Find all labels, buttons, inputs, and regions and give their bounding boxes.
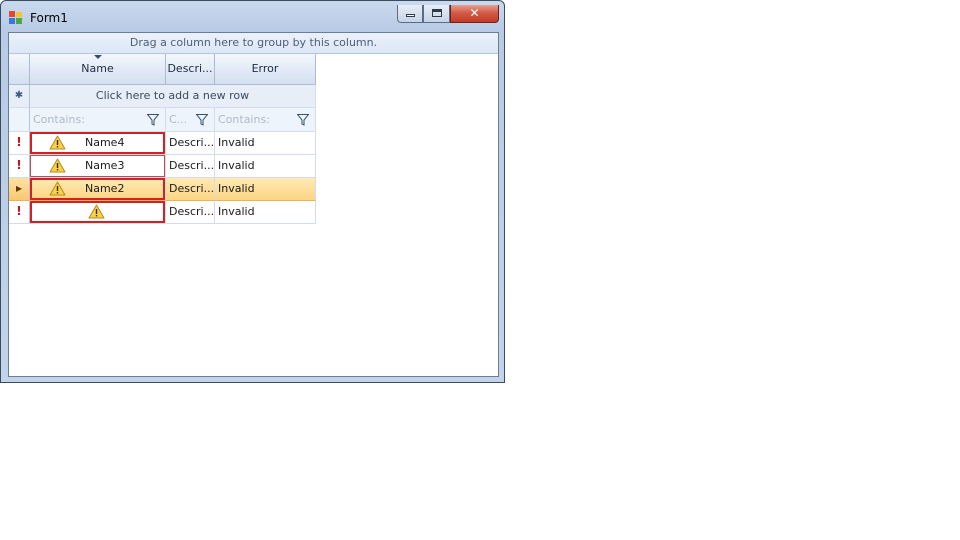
name-cell[interactable]: Name3: [30, 155, 166, 178]
name-cell-text: Name2: [85, 182, 125, 195]
minimize-button[interactable]: [397, 5, 423, 23]
row-error-indicator: !: [9, 132, 30, 155]
warning-icon: [49, 135, 66, 150]
table-row[interactable]: ! Name3 Descri... Invalid: [9, 155, 316, 178]
header-row: Name Descri... Error: [9, 54, 316, 85]
error-cell[interactable]: Invalid: [215, 201, 316, 224]
title-bar[interactable]: Form1 ✕: [1, 1, 504, 32]
grid-view: Drag a column here to group by this colu…: [8, 32, 499, 377]
add-row-indicator: ✱: [9, 85, 30, 108]
header-indicator-cell: [9, 54, 30, 85]
warning-icon: [49, 158, 66, 173]
table-row[interactable]: ! Descri... Invalid: [9, 201, 316, 224]
row-error-indicator: !: [9, 155, 30, 178]
column-header-description[interactable]: Descri...: [166, 54, 215, 85]
current-row-indicator: ▸: [9, 178, 30, 201]
error-cell[interactable]: Invalid: [215, 132, 316, 155]
name-cell[interactable]: Name2: [30, 178, 166, 201]
name-cell-text: Name3: [85, 159, 125, 172]
window-title: Form1: [30, 11, 68, 25]
name-cell[interactable]: [30, 201, 166, 224]
filter-indicator-cell: [9, 108, 30, 132]
add-new-row-text[interactable]: Click here to add a new row: [30, 85, 316, 108]
name-cell[interactable]: Name4: [30, 132, 166, 155]
warning-icon: [88, 204, 105, 219]
warning-icon: [49, 181, 66, 196]
description-cell[interactable]: Descri...: [166, 201, 215, 224]
close-button[interactable]: ✕: [450, 5, 499, 23]
error-cell[interactable]: Invalid: [215, 155, 316, 178]
description-cell[interactable]: Descri...: [166, 178, 215, 201]
filter-cell-name[interactable]: Contains:: [30, 108, 166, 132]
table-row[interactable]: ! Name4 Descri... Invalid: [9, 132, 316, 155]
description-cell[interactable]: Descri...: [166, 132, 215, 155]
filter-icon[interactable]: [147, 114, 159, 126]
app-icon: [9, 11, 22, 24]
error-cell[interactable]: Invalid: [215, 178, 316, 201]
filter-name-placeholder: Contains:: [33, 113, 85, 126]
filter-description-placeholder: C...: [169, 113, 188, 126]
filter-row: Contains: C... Contains:: [9, 108, 316, 132]
filter-icon[interactable]: [196, 114, 208, 126]
description-cell[interactable]: Descri...: [166, 155, 215, 178]
filter-cell-error[interactable]: Contains:: [215, 108, 316, 132]
form-window: Form1 ✕ Drag a column here to group by t…: [0, 0, 505, 383]
table-row-current[interactable]: ▸ Name2 Descri... Invalid: [9, 178, 316, 201]
filter-error-placeholder: Contains:: [218, 113, 270, 126]
add-new-row[interactable]: ✱ Click here to add a new row: [9, 85, 316, 108]
name-cell-text: Name4: [85, 136, 125, 149]
maximize-button[interactable]: [423, 5, 450, 23]
column-header-error[interactable]: Error: [215, 54, 316, 85]
filter-icon[interactable]: [297, 114, 309, 126]
row-error-indicator: !: [9, 201, 30, 224]
column-header-name[interactable]: Name: [30, 54, 166, 85]
filter-cell-description[interactable]: C...: [166, 108, 215, 132]
close-icon: ✕: [469, 6, 480, 20]
sort-indicator-icon: [94, 55, 102, 59]
group-panel[interactable]: Drag a column here to group by this colu…: [9, 33, 498, 54]
column-header-name-label: Name: [81, 62, 114, 75]
